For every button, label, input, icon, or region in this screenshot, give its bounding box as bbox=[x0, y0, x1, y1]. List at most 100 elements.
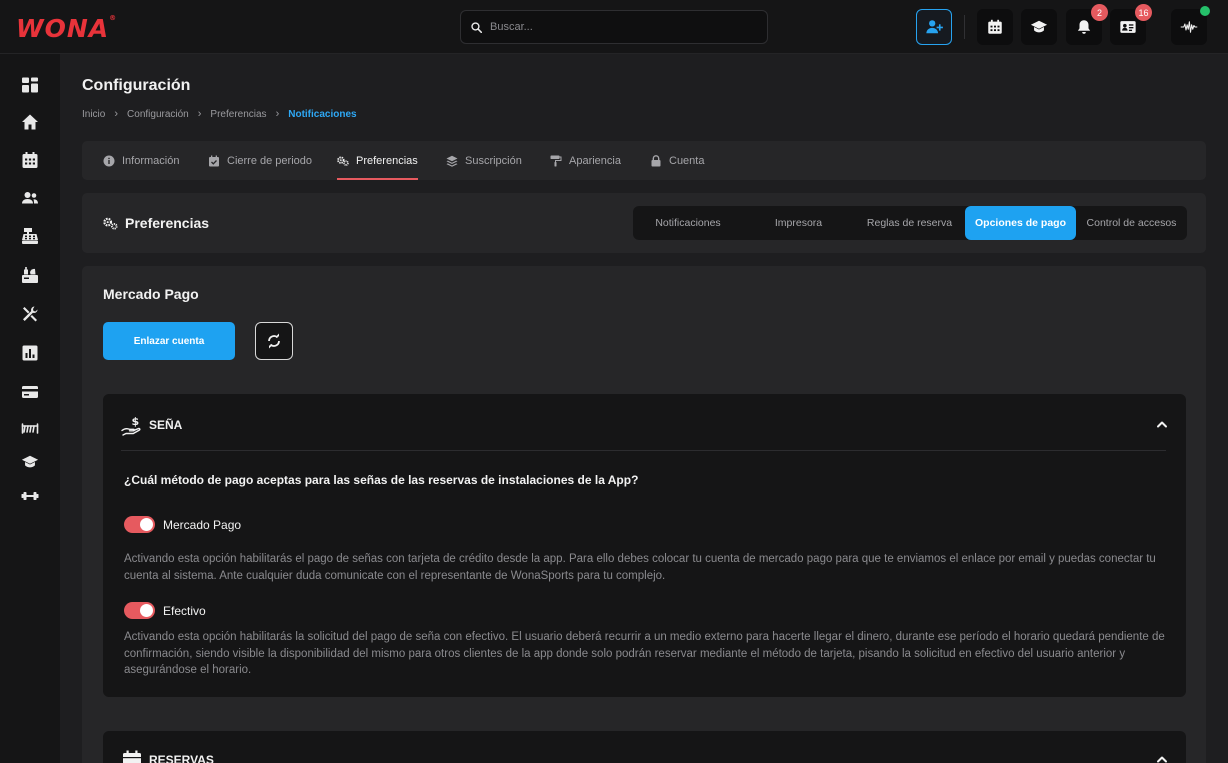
lock-icon bbox=[651, 154, 661, 166]
sidebar-item-classes[interactable] bbox=[20, 452, 40, 472]
breadcrumb: Inicio › Configuración › Preferencias › … bbox=[82, 108, 357, 120]
tab-label: Información bbox=[122, 154, 180, 167]
add-user-button[interactable] bbox=[916, 9, 952, 45]
efectivo-toggle-label: Efectivo bbox=[163, 603, 206, 618]
notifications-button[interactable]: 2 bbox=[1066, 4, 1108, 45]
tools-icon bbox=[23, 306, 38, 322]
breadcrumb-separator-icon: › bbox=[197, 108, 202, 120]
home-icon bbox=[22, 114, 38, 130]
payment-options-panel: Mercado Pago Enlazar cuenta $ SEÑA ¿Cuál… bbox=[82, 266, 1206, 763]
tab-cuenta[interactable]: Cuenta bbox=[650, 141, 704, 180]
sidebar-item-dashboard[interactable] bbox=[20, 75, 40, 95]
mercado-pago-description: Activando esta opción habilitarás el pag… bbox=[124, 553, 1156, 582]
sidebar-item-payments[interactable] bbox=[20, 382, 40, 402]
segment-impresora[interactable]: Impresora bbox=[743, 206, 854, 240]
sidebar bbox=[0, 54, 60, 763]
sidebar-item-access[interactable] bbox=[20, 418, 40, 438]
contacts-badge: 16 bbox=[1135, 4, 1152, 21]
calendar-icon bbox=[22, 152, 38, 168]
chevron-up-icon[interactable] bbox=[1156, 753, 1168, 763]
sidebar-item-home[interactable] bbox=[20, 112, 40, 132]
paint-roller-icon bbox=[550, 155, 562, 166]
efectivo-toggle[interactable] bbox=[124, 602, 155, 619]
chart-icon bbox=[22, 345, 38, 361]
sidebar-item-cash-register[interactable] bbox=[20, 226, 40, 246]
link-account-button[interactable]: Enlazar cuenta bbox=[103, 322, 235, 360]
pulse-logo-icon bbox=[1180, 21, 1198, 33]
breadcrumb-item-current: Notificaciones bbox=[288, 108, 357, 120]
gears-icon bbox=[103, 217, 118, 230]
sidebar-item-tools[interactable] bbox=[20, 304, 40, 324]
tab-suscripcion[interactable]: Suscripción bbox=[446, 141, 522, 180]
sena-title: SEÑA bbox=[149, 418, 183, 432]
segment-reglas-reserva[interactable]: Reglas de reserva bbox=[854, 206, 965, 240]
segment-notificaciones[interactable]: Notificaciones bbox=[633, 206, 743, 240]
tab-label: Cierre de periodo bbox=[227, 154, 312, 167]
mercado-pago-title: Mercado Pago bbox=[103, 286, 199, 302]
dumbbell-icon bbox=[21, 492, 39, 500]
tab-cierre-periodo[interactable]: Cierre de periodo bbox=[208, 141, 312, 180]
shop-items-icon bbox=[22, 267, 38, 283]
calendar-check-icon bbox=[209, 155, 219, 166]
breadcrumb-item-settings[interactable]: Configuración bbox=[127, 109, 189, 120]
sidebar-item-reports[interactable] bbox=[20, 343, 40, 363]
divider bbox=[121, 450, 1166, 451]
sidebar-item-gym[interactable] bbox=[20, 486, 40, 506]
refresh-button[interactable] bbox=[255, 322, 293, 360]
breadcrumb-item-home[interactable]: Inicio bbox=[82, 109, 105, 120]
header-separator bbox=[964, 15, 965, 39]
profile-avatar[interactable] bbox=[1171, 6, 1210, 45]
sena-accordion-header[interactable]: $ SEÑA bbox=[121, 414, 182, 436]
contacts-button[interactable]: 16 bbox=[1110, 4, 1152, 45]
reservas-title: RESERVAS bbox=[149, 753, 214, 763]
sena-accordion: $ SEÑA ¿Cuál método de pago aceptas para… bbox=[103, 394, 1186, 697]
preferences-segmented-control: Notificaciones Impresora Reglas de reser… bbox=[633, 206, 1187, 240]
calendar-icon bbox=[123, 750, 141, 763]
svg-text:$: $ bbox=[132, 415, 140, 428]
reservas-accordion: RESERVAS bbox=[103, 731, 1186, 763]
sidebar-item-store[interactable] bbox=[20, 265, 40, 285]
payment-method-question: ¿Cuál método de pago aceptas para las se… bbox=[124, 473, 639, 487]
breadcrumb-separator-icon: › bbox=[114, 108, 119, 120]
turnstile-icon bbox=[21, 423, 39, 434]
app-logo[interactable]: WONA® bbox=[16, 14, 117, 43]
segment-control-accesos[interactable]: Control de accesos bbox=[1076, 206, 1187, 240]
search-box[interactable] bbox=[460, 10, 768, 44]
sidebar-item-clients[interactable] bbox=[20, 188, 40, 208]
tab-label: Suscripción bbox=[465, 154, 522, 167]
chevron-up-icon[interactable] bbox=[1156, 418, 1168, 430]
tab-label: Apariencia bbox=[569, 154, 621, 167]
tab-apariencia[interactable]: Apariencia bbox=[550, 141, 621, 180]
tab-informacion[interactable]: Información bbox=[103, 141, 179, 180]
mercado-pago-toggle-label: Mercado Pago bbox=[163, 517, 242, 532]
segment-opciones-pago[interactable]: Opciones de pago bbox=[965, 206, 1076, 240]
efectivo-option: Efectivo bbox=[124, 602, 206, 619]
tab-preferencias[interactable]: Preferencias bbox=[337, 141, 418, 180]
page-title: Configuración bbox=[82, 77, 191, 94]
graduation-cap-icon bbox=[21, 455, 39, 468]
reservas-accordion-header[interactable]: RESERVAS bbox=[121, 749, 214, 763]
courses-button[interactable] bbox=[1021, 9, 1057, 45]
mercado-pago-toggle[interactable] bbox=[124, 516, 155, 533]
settings-tabs: Información Cierre de periodo Preferenci… bbox=[82, 141, 1206, 180]
search-icon bbox=[471, 21, 482, 33]
layers-icon bbox=[446, 155, 458, 167]
calendar-icon bbox=[988, 19, 1002, 34]
tab-label: Preferencias bbox=[356, 154, 418, 167]
efectivo-description: Activando esta opción habilitarás la sol… bbox=[124, 631, 1165, 676]
user-plus-icon bbox=[926, 20, 943, 34]
cash-register-icon bbox=[22, 228, 38, 244]
top-bar: WONA® 2 16 bbox=[0, 0, 1228, 54]
dashboard-icon bbox=[22, 77, 38, 93]
breadcrumb-item-preferences[interactable]: Preferencias bbox=[210, 109, 266, 120]
sidebar-item-calendar[interactable] bbox=[20, 150, 40, 170]
online-status-dot bbox=[1200, 6, 1210, 16]
gears-icon bbox=[337, 155, 349, 166]
preferences-header: Preferencias Notificaciones Impresora Re… bbox=[82, 193, 1206, 253]
graduation-cap-icon bbox=[1030, 20, 1048, 33]
tab-label: Cuenta bbox=[669, 154, 705, 167]
search-input[interactable] bbox=[490, 21, 740, 33]
users-icon bbox=[22, 192, 38, 204]
calendar-button[interactable] bbox=[977, 9, 1013, 45]
refresh-icon bbox=[268, 333, 280, 349]
